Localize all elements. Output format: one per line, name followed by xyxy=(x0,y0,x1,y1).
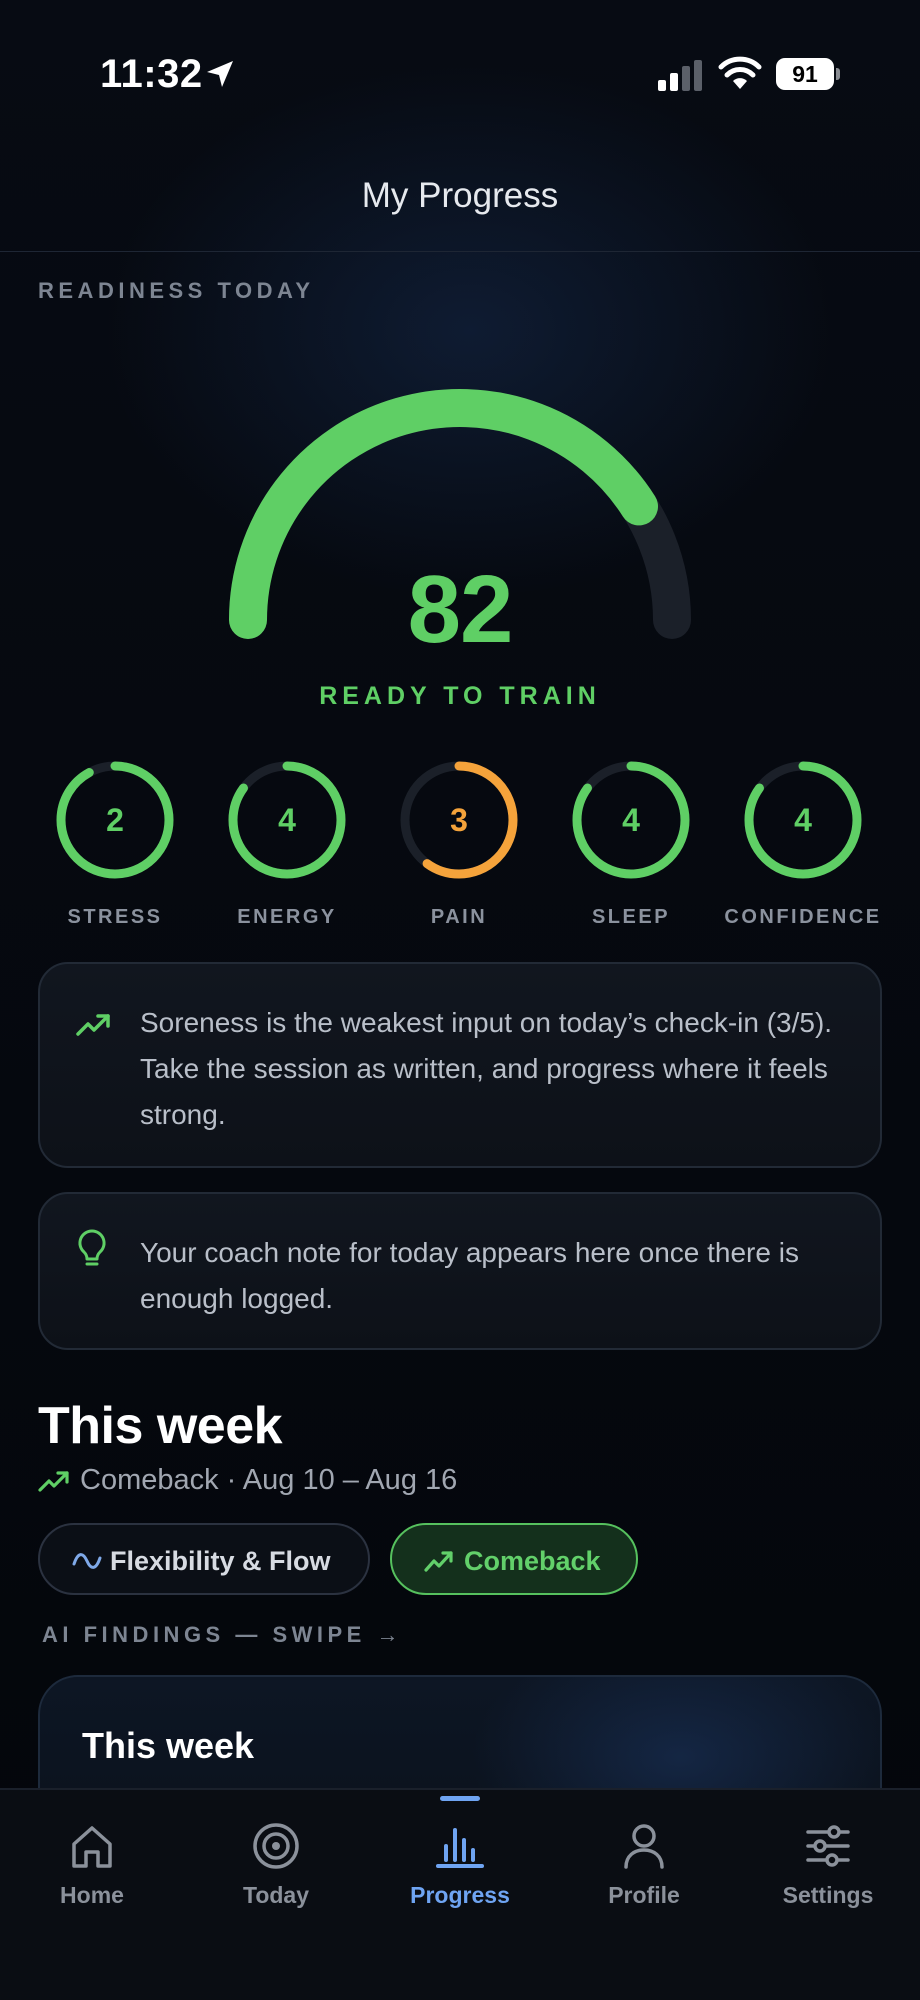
progress-screen: 11:32 91 My Progress READINESS TODAY 82 xyxy=(0,0,920,2000)
metric-stress: 2 STRESS xyxy=(25,760,205,935)
metric-value: 3 xyxy=(450,802,468,838)
trending-up-icon xyxy=(76,1014,110,1036)
tab-progress[interactable]: Progress xyxy=(368,1790,552,1930)
metric-confidence: 4 CONFIDENCE xyxy=(713,760,893,935)
status-bar: 11:32 91 xyxy=(0,0,920,150)
person-icon xyxy=(624,1824,664,1869)
readiness-section-label: READINESS TODAY xyxy=(38,278,315,303)
battery-indicator: 91 xyxy=(776,58,840,90)
metric-value: 2 xyxy=(106,802,124,838)
metric-label: PAIN xyxy=(430,906,488,928)
tab-label: Home xyxy=(60,1882,124,1908)
tab-settings[interactable]: Settings xyxy=(736,1790,920,1930)
metric-label: ENERGY xyxy=(237,906,337,928)
readiness-score: 82 xyxy=(407,556,514,663)
trending-up-icon xyxy=(424,1551,453,1572)
week-section-title: This week xyxy=(38,1397,283,1455)
location-arrow-icon xyxy=(207,61,233,87)
chip-comeback[interactable]: Comeback xyxy=(390,1523,638,1595)
tab-bar: Home Today Progress Profile Settings xyxy=(0,1788,920,2000)
chip-label: Flexibility & Flow xyxy=(110,1546,331,1576)
target-icon xyxy=(253,1823,299,1869)
battery-tip xyxy=(836,68,840,80)
tab-label: Profile xyxy=(608,1882,680,1908)
metric-label: SLEEP xyxy=(591,906,671,928)
nav-header: My Progress xyxy=(0,150,920,252)
lightbulb-icon xyxy=(78,1229,106,1266)
page-title: My Progress xyxy=(361,176,559,215)
tab-label: Progress xyxy=(410,1882,510,1908)
metric-energy: 4 ENERGY xyxy=(197,760,377,935)
tab-home[interactable]: Home xyxy=(0,1790,184,1930)
home-icon xyxy=(72,1826,112,1868)
cellular-signal-icon xyxy=(658,60,702,91)
metric-value: 4 xyxy=(794,802,812,838)
bar-chart-icon xyxy=(436,1828,484,1868)
week-subtitle-text: Comeback · Aug 10 – Aug 16 xyxy=(80,1464,458,1496)
trending-up-icon xyxy=(38,1471,69,1492)
metric-value: 4 xyxy=(278,802,296,838)
chip-flexibility-flow[interactable]: Flexibility & Flow xyxy=(38,1523,370,1595)
insight-card: Soreness is the weakest input on today’s… xyxy=(38,962,882,1168)
insight-text: Soreness is the weakest input on today’s… xyxy=(140,1007,833,1130)
readiness-status: READY TO TRAIN xyxy=(319,682,601,710)
metric-pain: 3 PAIN xyxy=(369,760,549,935)
battery-level: 91 xyxy=(792,61,818,87)
sliders-icon xyxy=(806,1825,850,1867)
tab-profile[interactable]: Profile xyxy=(552,1790,736,1930)
coach-note-text: Your coach note for today appears here o… xyxy=(140,1237,799,1314)
status-time: 11:32 xyxy=(100,52,203,96)
metric-label: STRESS xyxy=(67,906,163,928)
active-tab-indicator xyxy=(440,1796,480,1801)
wifi-icon xyxy=(718,56,762,89)
tab-label: Settings xyxy=(782,1882,874,1908)
chip-label: Comeback xyxy=(464,1546,601,1576)
tab-label: Today xyxy=(242,1882,310,1908)
tab-today[interactable]: Today xyxy=(184,1790,368,1930)
metric-value: 4 xyxy=(622,802,640,838)
coach-note-card: Your coach note for today appears here o… xyxy=(38,1192,882,1350)
wave-icon xyxy=(72,1553,102,1569)
ai-findings-label: AI FINDINGS — SWIPE → xyxy=(42,1622,403,1647)
finding-card-title: This week xyxy=(82,1725,255,1766)
metric-sleep: 4 SLEEP xyxy=(541,760,721,935)
metric-label: CONFIDENCE xyxy=(724,906,882,928)
